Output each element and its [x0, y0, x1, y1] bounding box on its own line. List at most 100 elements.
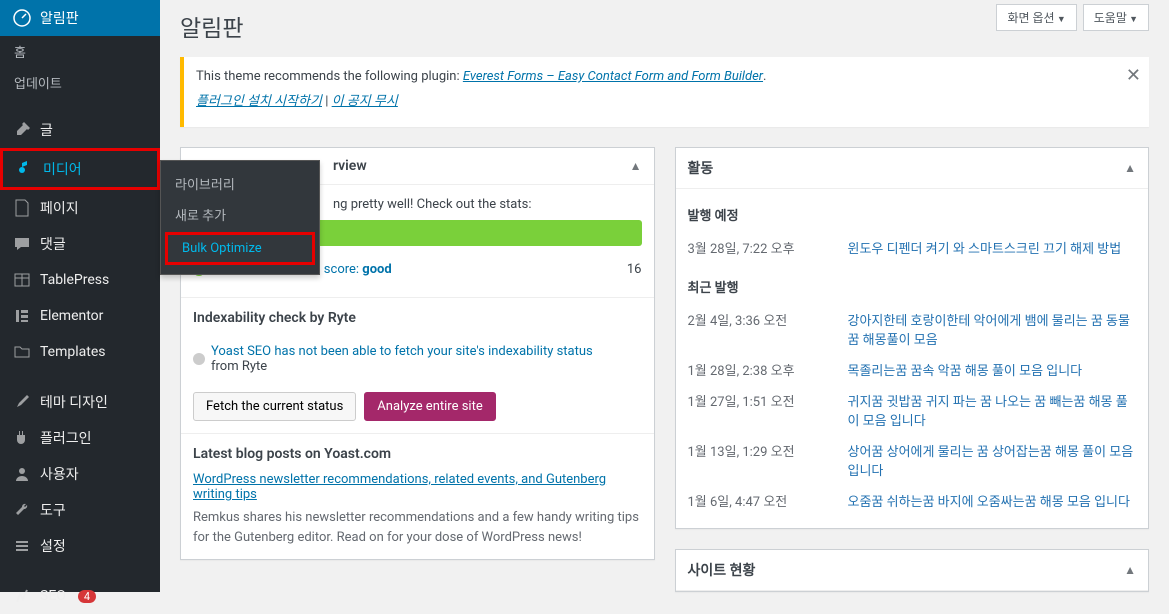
sidebar-label-templates: Templates — [40, 344, 106, 360]
notice-dismiss-link[interactable]: 이 공지 무시 — [332, 94, 398, 109]
blog-section: Latest blog posts on Yoast.com WordPress… — [181, 433, 654, 559]
activity-link[interactable]: 윈도우 디펜더 켜기 와 스마트스크린 끄기 해제 방법 — [848, 238, 1122, 257]
recent-title: 최근 발행 — [688, 273, 1137, 304]
activity-link[interactable]: 강아지한테 호랑이한테 악어에게 뱀에 물리는 꿈 동물꿈 해몽풀이 모음 — [848, 310, 1137, 348]
seo-badge: 4 — [78, 590, 96, 603]
indexability-section: Indexability check by Ryte Yoast SEO has… — [181, 297, 654, 433]
activity-list: 3월 28일, 7:22 오후 윈도우 디펜더 켜기 와 스마트스크린 끄기 해제… — [688, 232, 1137, 516]
activity-item: 1월 28일, 2:38 오후 목졸리는꿈 꿈속 악꿈 해몽 풀이 모음 입니다 — [688, 354, 1137, 385]
dashboard-icon — [12, 8, 32, 28]
analyze-site-button[interactable]: Analyze entire site — [364, 392, 495, 421]
sidebar-item-home[interactable]: 홈 — [0, 36, 160, 67]
sidebar-label-pages: 페이지 — [40, 198, 79, 218]
toggle-icon[interactable]: ▲ — [1124, 563, 1136, 577]
blog-link[interactable]: WordPress newsletter recommendations, re… — [193, 472, 642, 502]
activity-time: 1월 6일, 4:47 오전 — [688, 491, 818, 510]
activity-item: 2월 4일, 3:36 오전강아지한테 호랑이한테 악어에게 뱀에 물리는 꿈 … — [688, 304, 1137, 354]
activity-time: 1월 28일, 2:38 오후 — [688, 360, 818, 379]
toggle-icon[interactable]: ▲ — [1124, 161, 1136, 175]
sidebar-label-users: 사용자 — [40, 464, 79, 484]
sidebar-item-elementor[interactable]: Elementor — [0, 298, 160, 334]
indexability-title: Indexability check by Ryte — [193, 310, 642, 326]
plugin-icon — [12, 428, 32, 448]
indexability-text2: from Ryte — [211, 359, 593, 374]
sidebar-item-settings[interactable]: 설정 — [0, 528, 160, 564]
sidebar-item-dashboard[interactable]: 알림판 — [0, 0, 160, 36]
table-icon — [12, 270, 32, 290]
fetch-status-button[interactable]: Fetch the current status — [193, 392, 356, 421]
blog-desc: Remkus shares his newsletter recommendat… — [193, 508, 642, 547]
sidebar-item-users[interactable]: 사용자 — [0, 456, 160, 492]
scheduled-title: 발행 예정 — [688, 201, 1137, 232]
sidebar-item-plugins[interactable]: 플러그인 — [0, 420, 160, 456]
page-icon — [12, 198, 32, 218]
pin-icon — [12, 120, 32, 140]
templates-icon — [12, 342, 32, 362]
screen-options-button[interactable]: 화면 옵션 — [996, 4, 1076, 31]
sidebar-label-media: 미디어 — [43, 159, 82, 179]
sidebar-label-posts: 글 — [40, 120, 53, 140]
wrench-icon — [12, 500, 32, 520]
sidebar-item-comments[interactable]: 댓글 — [0, 226, 160, 262]
toggle-icon[interactable]: ▲ — [630, 159, 642, 173]
site-status-header: 사이트 현황 ▲ — [676, 550, 1149, 591]
comment-icon — [12, 234, 32, 254]
activity-box: 활동 ▲ 발행 예정 3월 28일, 7:22 오후 윈도우 디펜더 켜기 와 스… — [675, 147, 1150, 529]
activity-time: 1월 13일, 1:29 오전 — [688, 441, 818, 479]
sidebar-item-media[interactable]: 미디어 — [0, 148, 160, 190]
sidebar-label-theme: 테마 디자인 — [40, 392, 108, 412]
elementor-icon — [12, 306, 32, 326]
sidebar-label-tools: 도구 — [40, 500, 66, 520]
activity-header: 활동 ▲ — [676, 148, 1149, 189]
sidebar-item-seo[interactable]: SEO 4 — [0, 578, 160, 614]
notice-text: This theme recommends the following plug… — [196, 69, 463, 84]
activity-link[interactable]: 목졸리는꿈 꿈속 악꿈 해몽 풀이 모음 입니다 — [848, 360, 1083, 379]
sidebar-item-pages[interactable]: 페이지 — [0, 190, 160, 226]
sidebar-item-tablepress[interactable]: TablePress — [0, 262, 160, 298]
sidebar-label-comments: 댓글 — [40, 234, 66, 254]
sidebar-label-plugins: 플러그인 — [40, 428, 92, 448]
activity-link[interactable]: 귀지꿈 귓밥꿈 귀지 파는 꿈 나오는 꿈 빼는꿈 해몽 풀이 모음 입니다 — [848, 391, 1137, 429]
seo-good-count: 16 — [627, 262, 642, 277]
site-status-box: 사이트 현황 ▲ — [675, 549, 1150, 592]
media-icon — [15, 159, 35, 179]
submenu-item-add-new[interactable]: 새로 추가 — [161, 199, 319, 230]
activity-link[interactable]: 상어꿈 상어에게 물리는 꿈 상어잡는꿈 해몽 풀이 모음 입니다 — [848, 441, 1137, 479]
activity-item: 1월 27일, 1:51 오전 귀지꿈 귓밥꿈 귀지 파는 꿈 나오는 꿈 빼는꿈… — [688, 385, 1137, 435]
brush-icon — [12, 392, 32, 412]
admin-sidebar: 알림판 홈 업데이트 글 미디어 페이지 댓글 TablePress Eleme… — [0, 0, 160, 592]
sidebar-label-dashboard: 알림판 — [40, 8, 79, 28]
main-content: 화면 옵션 도움말 알림판 This theme recommends the … — [160, 0, 1169, 612]
notice-install-link[interactable]: 플러그인 설치 시작하기 — [196, 94, 322, 109]
close-icon[interactable]: ✕ — [1126, 65, 1141, 86]
sidebar-item-appearance[interactable]: 테마 디자인 — [0, 384, 160, 420]
yoast-icon — [12, 586, 32, 606]
activity-link[interactable]: 오줌꿈 쉬하는꿈 바지에 오줌싸는꿈 해몽 모음 입니다 — [848, 491, 1130, 510]
notice-plugin-link[interactable]: Everest Forms – Easy Contact Form and Fo… — [463, 69, 763, 84]
notice-period: . — [763, 69, 766, 84]
help-button[interactable]: 도움말 — [1083, 4, 1149, 31]
activity-time: 1월 27일, 1:51 오전 — [688, 391, 818, 429]
submenu-item-bulk-optimize[interactable]: Bulk Optimize — [165, 232, 315, 265]
activity-title: 활동 — [688, 158, 714, 178]
sidebar-item-updates[interactable]: 업데이트 — [0, 67, 160, 98]
activity-time: 3월 28일, 7:22 오후 — [688, 238, 818, 257]
media-submenu: 라이브러리 새로 추가 Bulk Optimize — [160, 160, 320, 275]
sidebar-label-tablepress: TablePress — [40, 272, 109, 288]
sidebar-item-posts[interactable]: 글 — [0, 112, 160, 148]
top-buttons: 화면 옵션 도움말 — [996, 4, 1149, 31]
seo-dot-grey-icon — [193, 353, 205, 365]
user-icon — [12, 464, 32, 484]
settings-icon — [12, 536, 32, 556]
sidebar-item-tools[interactable]: 도구 — [0, 492, 160, 528]
activity-item: 1월 13일, 1:29 오전 상어꿈 상어에게 물리는 꿈 상어잡는꿈 해몽 풀… — [688, 435, 1137, 485]
submenu-item-library[interactable]: 라이브러리 — [161, 168, 319, 199]
activity-item: 3월 28일, 7:22 오후 윈도우 디펜더 켜기 와 스마트스크린 끄기 해제… — [688, 232, 1137, 263]
sidebar-item-templates[interactable]: Templates — [0, 334, 160, 370]
sidebar-label-elementor: Elementor — [40, 308, 103, 324]
site-status-title: 사이트 현황 — [688, 560, 756, 580]
sidebar-label-seo: SEO — [40, 588, 66, 604]
sidebar-label-settings: 설정 — [40, 536, 66, 556]
activity-item: 1월 6일, 4:47 오전 오줌꿈 쉬하는꿈 바지에 오줌싸는꿈 해몽 모음 입… — [688, 485, 1137, 516]
indexability-text[interactable]: Yoast SEO has not been able to fetch you… — [211, 344, 593, 359]
